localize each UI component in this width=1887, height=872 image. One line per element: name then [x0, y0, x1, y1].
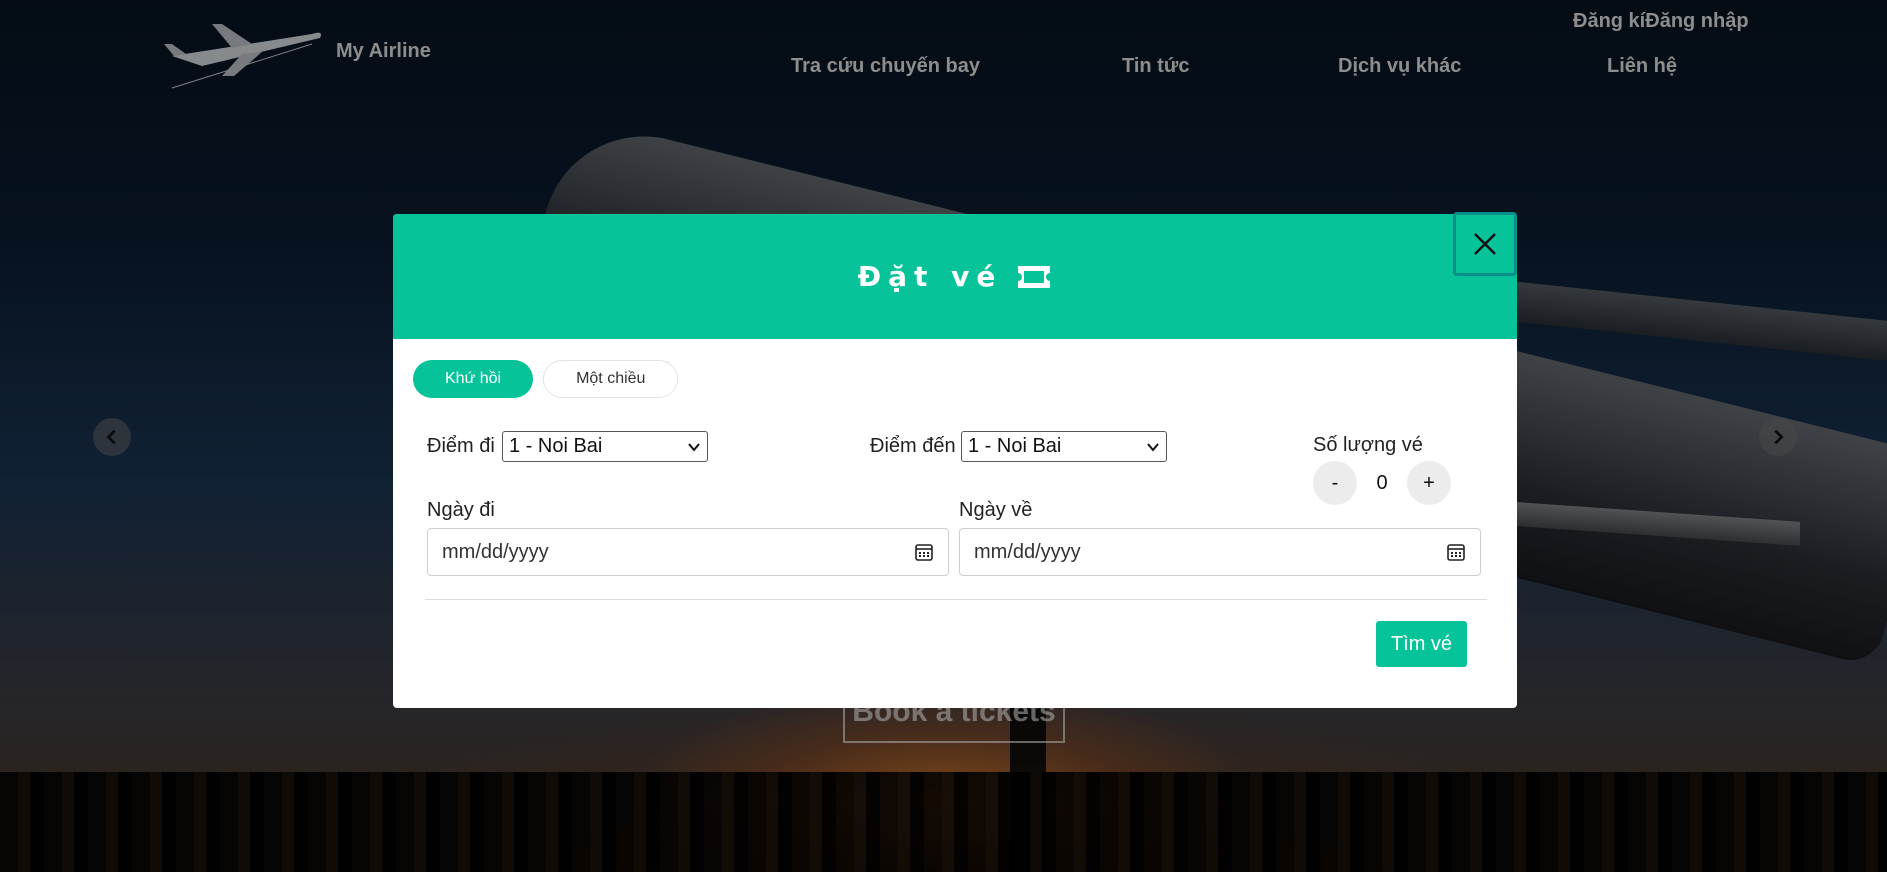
- to-label: Điểm đến: [870, 435, 956, 457]
- calendar-icon[interactable]: [914, 542, 934, 562]
- one-way-tab[interactable]: Một chiều: [543, 360, 679, 398]
- return-date-label: Ngày về: [959, 499, 1033, 521]
- depart-date-label: Ngày đi: [427, 499, 495, 521]
- ticket-icon: [1016, 264, 1052, 290]
- quantity-value: 0: [1376, 471, 1388, 494]
- close-modal-button[interactable]: [1453, 212, 1517, 276]
- quantity-label: Số lượng vé: [1313, 434, 1423, 456]
- round-trip-tab[interactable]: Khứ hồi: [413, 360, 534, 398]
- return-date-placeholder: mm/dd/yyyy: [974, 540, 1081, 563]
- to-select[interactable]: 1 - Noi Bai: [961, 431, 1167, 462]
- to-select-value: 1 - Noi Bai: [968, 435, 1062, 457]
- from-select[interactable]: 1 - Noi Bai: [502, 431, 708, 462]
- quantity-stepper: - 0 +: [1313, 461, 1451, 505]
- trip-type-toggle: Khứ hồi Một chiều: [413, 360, 679, 398]
- modal-body: Khứ hồi Một chiều Điểm đi 1 - Noi Bai Đi…: [393, 339, 1517, 708]
- modal-title-text: Đặt vé: [857, 260, 1003, 293]
- modal-divider: [425, 599, 1487, 600]
- from-label: Điểm đi: [427, 435, 495, 457]
- close-icon: [1474, 233, 1496, 255]
- depart-date-placeholder: mm/dd/yyyy: [442, 540, 549, 563]
- search-tickets-button[interactable]: Tìm vé: [1376, 621, 1467, 667]
- calendar-icon[interactable]: [1446, 542, 1466, 562]
- depart-date-input[interactable]: mm/dd/yyyy: [427, 528, 949, 576]
- return-date-input[interactable]: mm/dd/yyyy: [959, 528, 1481, 576]
- quantity-decrement-button[interactable]: -: [1313, 461, 1357, 505]
- booking-modal: Đặt vé Khứ hồi Một chiều Điểm đi 1 - Noi…: [393, 214, 1517, 708]
- from-select-value: 1 - Noi Bai: [509, 435, 603, 457]
- modal-header: Đặt vé: [393, 214, 1517, 339]
- modal-title: Đặt vé: [858, 260, 1053, 293]
- chevron-down-icon: [688, 442, 700, 452]
- chevron-down-icon: [1147, 442, 1159, 452]
- quantity-increment-button[interactable]: +: [1407, 461, 1451, 505]
